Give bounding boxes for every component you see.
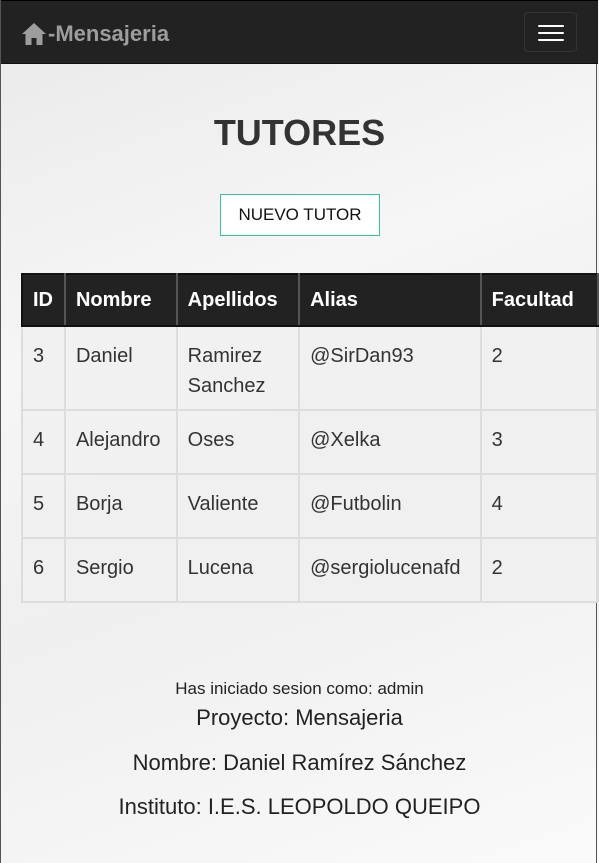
hamburger-menu-button[interactable] (524, 12, 577, 52)
author-name: Nombre: Daniel Ramírez Sánchez (132, 750, 467, 775)
cell-nombre: Borja (63, 473, 178, 539)
column-header-id: ID (21, 273, 66, 327)
cell-id: 6 (21, 537, 66, 603)
navbar: -Mensajeria (1, 0, 598, 64)
cell-facultad: 2 (479, 325, 599, 411)
column-header-alias: Alias (298, 273, 482, 327)
column-header-nombre: Nombre (63, 273, 178, 327)
cell-alias: @Futbolin (298, 473, 482, 539)
column-header-apellidos: Apellidos (175, 273, 301, 327)
cell-alias: @Xelka (298, 409, 482, 475)
brand-text: -Mensajeria (48, 21, 170, 46)
page-frame: -Mensajeria TUTORES NUEVO TUTOR ID Nombr… (0, 0, 599, 863)
cell-apellidos: Ramirez Sanchez (175, 325, 301, 411)
cell-apellidos: Valiente (175, 473, 301, 539)
cell-id: 4 (21, 409, 66, 475)
cell-facultad: 4 (479, 473, 599, 539)
cell-nombre: Alejandro (63, 409, 178, 475)
brand-link[interactable]: -Mensajeria (21, 19, 169, 49)
page-title: TUTORES (213, 112, 386, 153)
new-tutor-button[interactable]: NUEVO TUTOR (220, 194, 380, 236)
cell-facultad: 2 (479, 537, 599, 603)
cell-alias: @sergiolucenafd (298, 537, 482, 603)
cell-alias: @SirDan93 (298, 325, 482, 411)
cell-facultad: 3 (479, 409, 599, 475)
cell-nombre: Sergio (63, 537, 178, 603)
table-row: 5 Borja Valiente @Futbolin 4 (21, 473, 599, 539)
table-header-row: ID Nombre Apellidos Alias Facultad (21, 273, 599, 327)
cell-apellidos: Lucena (175, 537, 301, 603)
session-info: Has iniciado sesion como: admin (175, 679, 424, 698)
project-info: Proyecto: Mensajeria (196, 705, 403, 730)
institute-info: Instituto: I.E.S. LEOPOLDO QUEIPO (118, 794, 481, 819)
cell-id: 5 (21, 473, 66, 539)
home-icon (21, 22, 47, 46)
cell-nombre: Daniel (63, 325, 178, 411)
table-row: 3 Daniel Ramirez Sanchez @SirDan93 2 (21, 325, 599, 411)
tutors-table: ID Nombre Apellidos Alias Facultad 3 Dan… (21, 273, 599, 603)
table-row: 4 Alejandro Oses @Xelka 3 (21, 409, 599, 475)
cell-apellidos: Oses (175, 409, 301, 475)
cell-id: 3 (21, 325, 66, 411)
column-header-facultad: Facultad (479, 273, 599, 327)
table-row: 6 Sergio Lucena @sergiolucenafd 2 (21, 537, 599, 603)
